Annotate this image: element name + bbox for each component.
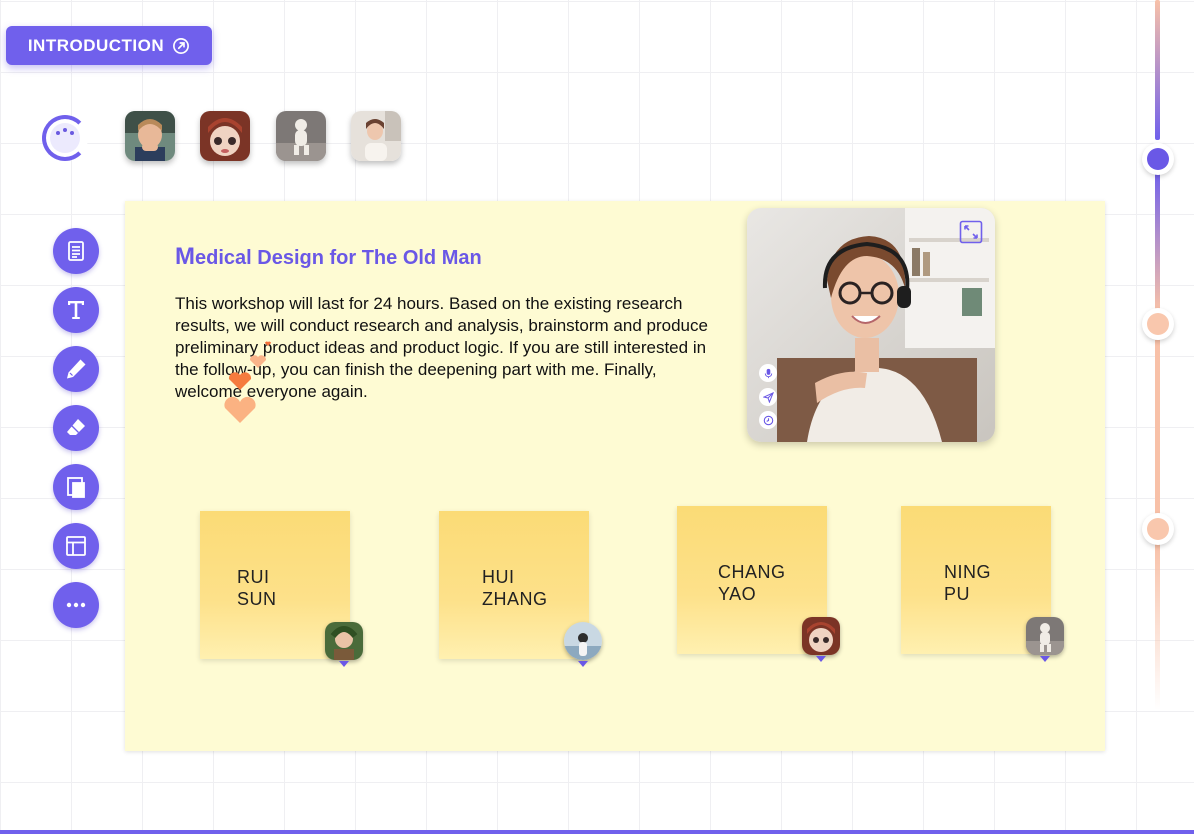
video-call-window[interactable] [747, 208, 995, 442]
avatar-pin-icon [578, 661, 588, 667]
layout-tool-button[interactable] [53, 523, 99, 569]
introduction-label: INTRODUCTION [27, 35, 165, 55]
pen-tool-button[interactable] [53, 346, 99, 392]
app-logo[interactable] [42, 115, 88, 161]
document-tool-button[interactable] [53, 228, 99, 274]
eraser-icon [67, 419, 85, 435]
note-name: CHANG YAO [718, 562, 786, 604]
microphone-icon [764, 368, 772, 378]
introduction-button[interactable]: INTRODUCTION [6, 26, 212, 65]
external-link-icon [173, 37, 190, 54]
clock-icon [763, 415, 773, 425]
logo-face-icon [50, 123, 80, 153]
document-icon [68, 241, 84, 261]
board-title: Medical Design for The Old Man [175, 243, 482, 270]
workshop-board[interactable]: Medical Design for The Old Man This work… [125, 201, 1105, 751]
bottom-accent-bar [0, 830, 1194, 834]
hearts-reaction-icon [224, 341, 271, 423]
copy-icon [67, 477, 85, 498]
text-tool-button[interactable] [53, 287, 99, 333]
participant-avatar-1[interactable] [125, 111, 175, 161]
participant-avatar-4[interactable] [351, 111, 401, 161]
participant-avatar-3[interactable] [276, 111, 326, 161]
timeline-step-current[interactable] [1142, 143, 1174, 175]
avatar-pin-icon [816, 656, 826, 662]
participant-avatar-2[interactable] [200, 111, 250, 161]
avatar-pin-icon [1040, 656, 1050, 662]
copy-tool-button[interactable] [53, 464, 99, 510]
timer-button[interactable] [759, 411, 777, 429]
note-author-avatar[interactable] [325, 622, 363, 660]
video-feed [747, 208, 995, 442]
note-author-avatar[interactable] [1026, 617, 1064, 655]
note-author-avatar[interactable] [564, 622, 602, 660]
send-button[interactable] [759, 388, 777, 406]
timeline-step-3[interactable] [1142, 513, 1174, 545]
note-name: HUI ZHANG [482, 567, 548, 609]
timeline-track [1155, 0, 1160, 710]
send-icon [762, 391, 774, 403]
more-icon [66, 602, 86, 608]
pen-icon [67, 359, 86, 379]
expand-icon [959, 220, 983, 244]
more-tool-button[interactable] [53, 582, 99, 628]
avatar-pin-icon [339, 661, 349, 667]
timeline-step-2[interactable] [1142, 308, 1174, 340]
note-name: RUI SUN [237, 567, 277, 609]
note-name: NING PU [944, 562, 991, 604]
note-author-avatar[interactable] [802, 617, 840, 655]
expand-video-button[interactable] [959, 220, 983, 244]
eraser-tool-button[interactable] [53, 405, 99, 451]
text-icon [68, 301, 84, 319]
microphone-button[interactable] [759, 364, 777, 382]
layout-icon [66, 536, 86, 556]
